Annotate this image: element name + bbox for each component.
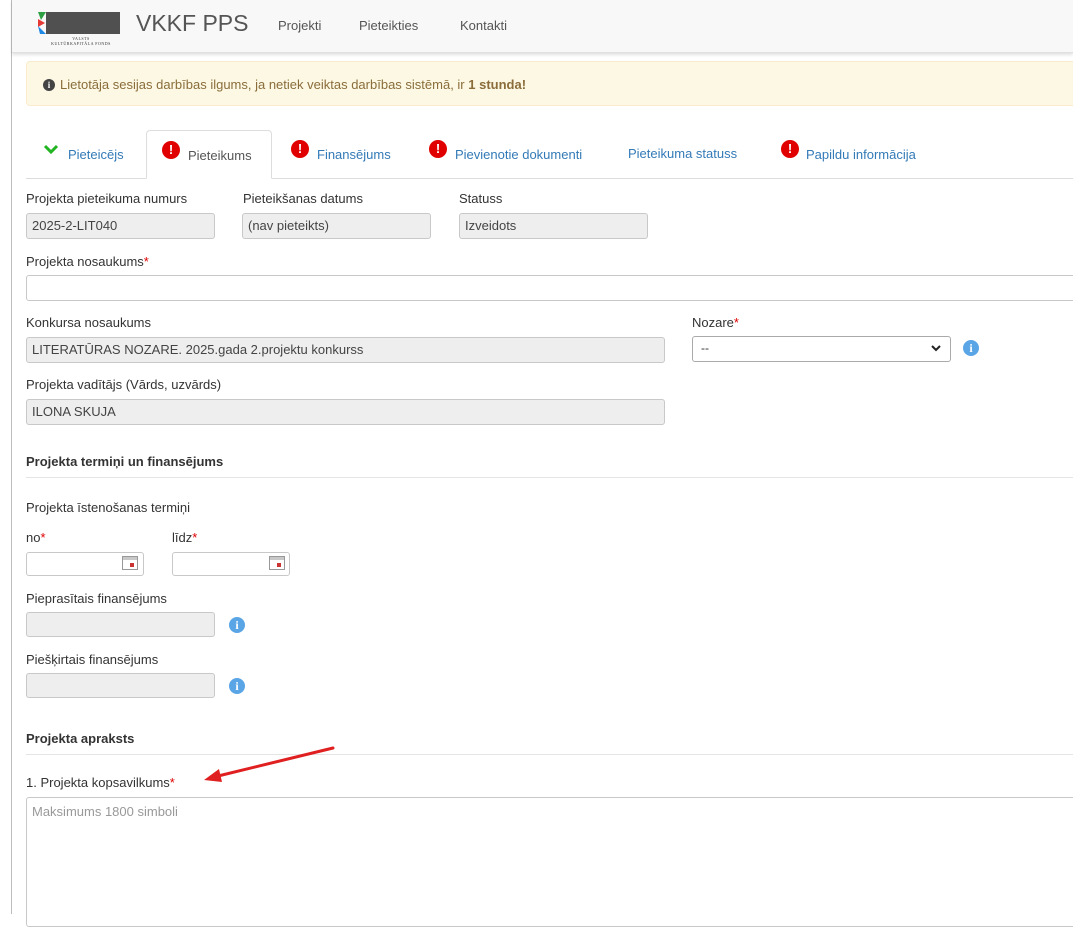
- info-circle-icon: i: [43, 79, 55, 91]
- nav-link-pieteikties[interactable]: Pieteikties: [359, 18, 418, 33]
- contest-name-label: Konkursa nosaukums: [26, 315, 152, 330]
- application-tabs: Pieteicējs ! Pieteikums ! Finansējums ! …: [26, 130, 1073, 179]
- submission-date-field[interactable]: (nav pieteikts): [242, 213, 431, 239]
- annotation-arrow-icon: [204, 746, 335, 782]
- tab-label: Pieteikums: [188, 148, 252, 163]
- status-field[interactable]: Izveidots: [459, 213, 648, 239]
- exclamation-circle-icon: !: [429, 140, 447, 158]
- tab-pievienotie-dokumenti[interactable]: ! Pievienotie dokumenti: [414, 130, 606, 178]
- from-date-label-text: no: [26, 530, 41, 545]
- required-marker: *: [733, 315, 739, 330]
- nav-link-kontakti[interactable]: Kontakti: [460, 18, 507, 33]
- tab-label: Pievienotie dokumenti: [455, 147, 583, 162]
- tab-pieteikuma-statuss[interactable]: Pieteikuma statuss: [614, 130, 756, 178]
- tab-label: Finansējums: [317, 147, 391, 162]
- granted-funding-field[interactable]: [26, 673, 215, 698]
- from-calendar-icon[interactable]: [122, 556, 138, 570]
- tab-finansejums[interactable]: ! Finansējums: [276, 130, 406, 178]
- required-marker: *: [192, 530, 198, 545]
- contest-name-field[interactable]: LITERATŪRAS NOZARE. 2025.gada 2.projektu…: [26, 337, 665, 363]
- logo-block: [46, 12, 120, 34]
- sector-label: Nozare*: [692, 315, 739, 330]
- tab-label: Papildu informācija: [806, 147, 916, 162]
- alert-text: Lietotāja sesijas darbības ilgums, ja ne…: [60, 77, 469, 92]
- alert-message: Lietotāja sesijas darbības ilgums, ja ne…: [60, 77, 526, 92]
- tab-pieteikums[interactable]: ! Pieteikums: [146, 130, 272, 179]
- calendar-header: [270, 557, 284, 560]
- to-date-label: līdz*: [172, 530, 197, 545]
- page-left-border: [11, 0, 12, 914]
- status-label: Statuss: [459, 191, 503, 206]
- to-date-label-text: līdz: [172, 530, 193, 545]
- summary-placeholder: Maksimums 1800 simboli: [32, 804, 178, 819]
- project-name-label-text: Projekta nosaukums: [26, 254, 144, 269]
- to-calendar-icon[interactable]: [269, 556, 285, 570]
- summary-label-text: 1. Projekta kopsavilkums: [26, 775, 170, 790]
- description-section-title: Projekta apraksts: [26, 731, 135, 746]
- brand-title[interactable]: VKKF PPS: [136, 10, 248, 37]
- calendar-header: [123, 557, 137, 560]
- calendar-dot: [277, 563, 281, 567]
- vkkf-logo[interactable]: VALSTS KULTŪRKAPITĀLA FONDS: [38, 10, 124, 50]
- chevron-down-icon: [931, 345, 941, 352]
- exclamation-circle-icon: !: [162, 141, 180, 159]
- tab-label: Pieteicējs: [68, 147, 124, 162]
- section-divider: [26, 754, 1073, 755]
- checkmark-icon: [43, 144, 59, 155]
- required-marker: *: [143, 254, 149, 269]
- sector-label-text: Nozare: [692, 315, 734, 330]
- calendar-dot: [130, 563, 134, 567]
- tab-papildu-informacija[interactable]: ! Papildu informācija: [766, 130, 936, 178]
- exclamation-circle-icon: !: [781, 140, 799, 158]
- logo-mark-icon: [38, 12, 46, 34]
- logo-caption-line2: KULTŪRKAPITĀLA FONDS: [51, 41, 111, 46]
- granted-funding-label: Piešķirtais finansējums: [26, 652, 159, 667]
- summary-textarea[interactable]: Maksimums 1800 simboli: [26, 797, 1073, 927]
- project-manager-field[interactable]: ILONA SKUJA: [26, 399, 665, 425]
- requested-funding-info-icon[interactable]: i: [229, 617, 245, 633]
- tab-pieteicejs[interactable]: Pieteicējs: [26, 130, 144, 178]
- sector-select[interactable]: --: [692, 336, 951, 362]
- project-number-label: Projekta pieteikuma numurs: [26, 191, 188, 206]
- tab-label: Pieteikuma statuss: [628, 146, 738, 161]
- terms-section-title: Projekta termiņi un finansējums: [26, 454, 224, 469]
- required-marker: *: [40, 530, 46, 545]
- project-name-label: Projekta nosaukums*: [26, 254, 149, 269]
- sector-info-icon[interactable]: i: [963, 340, 979, 356]
- session-timeout-alert: i Lietotāja sesijas darbības ilgums, ja …: [26, 61, 1073, 106]
- project-manager-label: Projekta vadītājs (Vārds, uzvārds): [26, 377, 222, 392]
- project-number-field[interactable]: 2025-2-LIT040: [26, 213, 215, 239]
- granted-funding-info-icon[interactable]: i: [229, 678, 245, 694]
- requested-funding-label: Pieprasītais finansējums: [26, 591, 167, 606]
- requested-funding-field[interactable]: [26, 612, 215, 637]
- implementation-period-label: Projekta īstenošanas termiņi: [26, 500, 191, 515]
- project-name-input[interactable]: [26, 275, 1073, 301]
- submission-date-label: Pieteikšanas datums: [243, 191, 363, 206]
- section-divider: [26, 477, 1073, 478]
- required-marker: *: [169, 775, 175, 790]
- exclamation-circle-icon: !: [291, 140, 309, 158]
- alert-bold-text: 1 stunda: [468, 77, 522, 92]
- top-navbar: VALSTS KULTŪRKAPITĀLA FONDS VKKF PPS Pro…: [12, 0, 1073, 53]
- logo-caption: VALSTS KULTŪRKAPITĀLA FONDS: [38, 36, 124, 46]
- from-date-label: no*: [26, 530, 46, 545]
- summary-label: 1. Projekta kopsavilkums*: [26, 775, 175, 790]
- nav-link-projekti[interactable]: Projekti: [278, 18, 321, 33]
- alert-suffix: !: [521, 77, 527, 92]
- sector-selected-value: --: [701, 341, 709, 355]
